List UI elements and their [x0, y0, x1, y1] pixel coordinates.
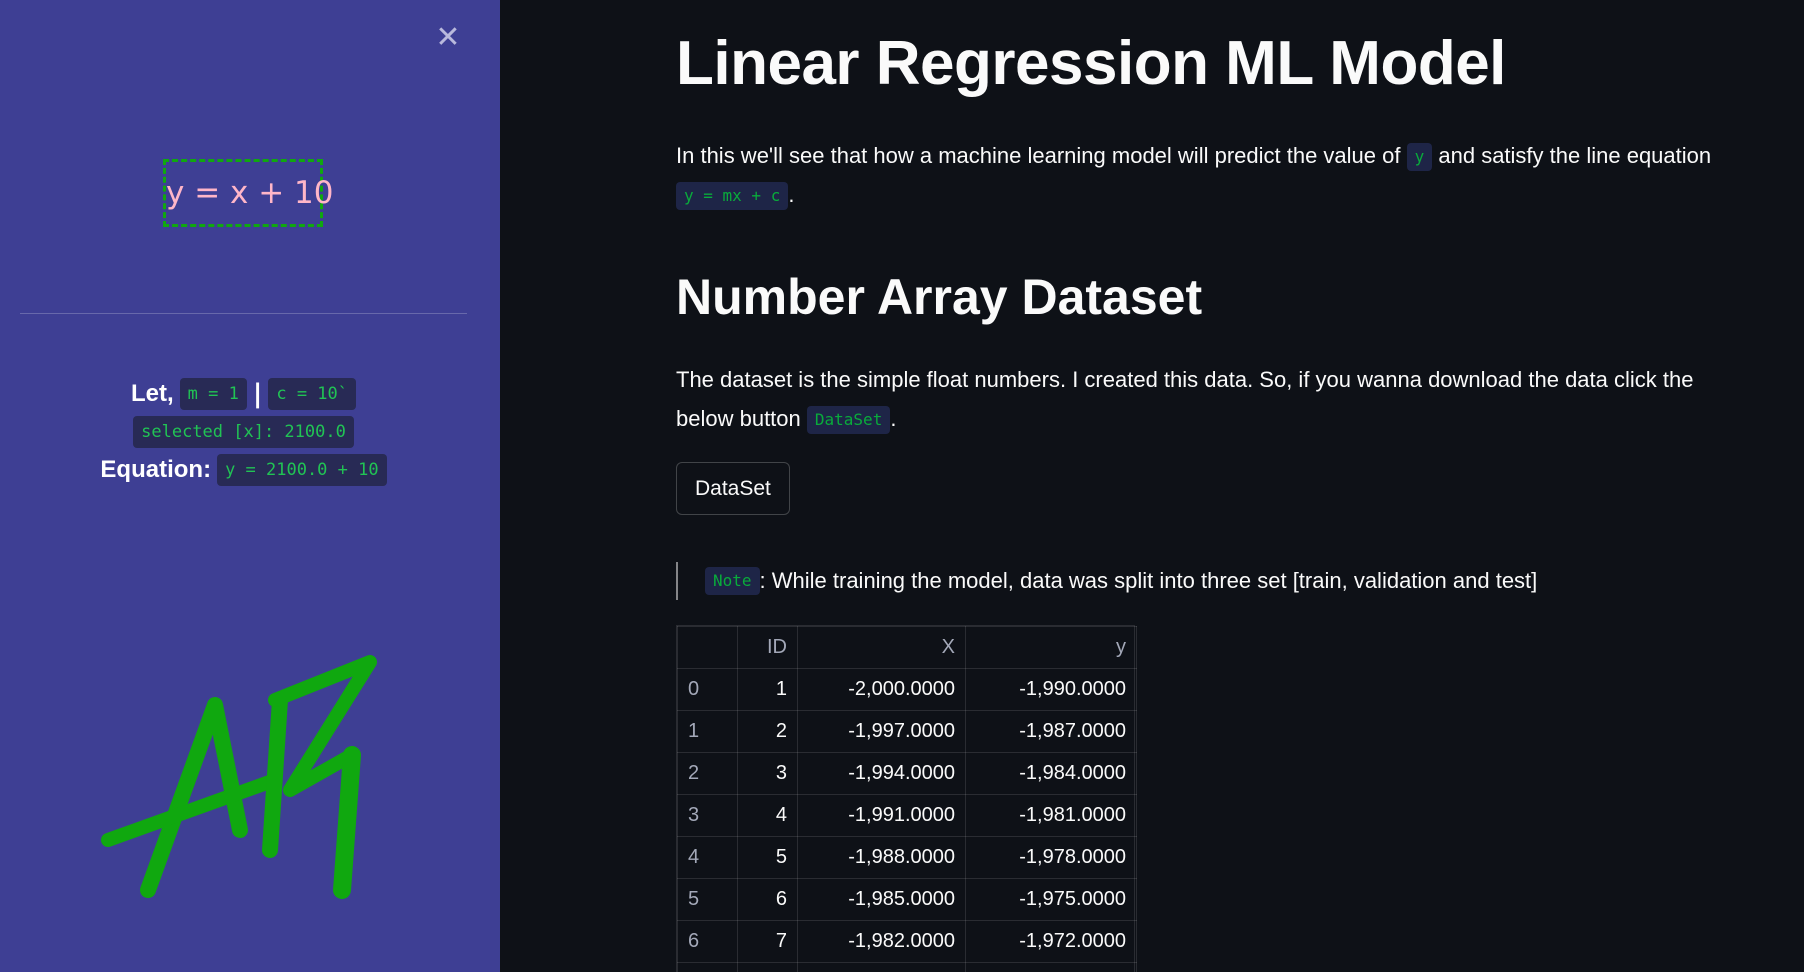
separator: |: [252, 379, 263, 409]
cell-y: -1,981.0000: [965, 794, 1137, 837]
dataset-end: .: [890, 406, 897, 431]
row-index: 4: [677, 836, 738, 879]
cell-x: -1,988.0000: [797, 836, 966, 879]
dataset-heading: Number Array Dataset: [676, 269, 1203, 325]
intro-paragraph: In this we'll see that how a machine lea…: [676, 136, 1746, 214]
note-text: : While training the model, data was spl…: [759, 568, 1538, 593]
selected-row: selected [x]: 2100.0: [0, 413, 487, 451]
close-icon[interactable]: ✕: [432, 22, 464, 54]
row-index: 5: [677, 878, 738, 921]
dataset-table[interactable]: ID X y 0 1 -2,000.0000 -1,990.0000 1 2 -…: [676, 625, 1137, 972]
cell-y: -1,990.0000: [965, 668, 1137, 711]
m-value-code: m = 1: [179, 378, 247, 410]
cell-y: -1,984.0000: [965, 752, 1137, 795]
cell-y: -1,987.0000: [965, 710, 1137, 753]
cell-id: 7: [737, 920, 798, 963]
sidebar-divider: [20, 313, 467, 314]
c-value-code: c = 10`: [268, 378, 356, 410]
cell-id: [737, 962, 798, 972]
row-index: [677, 962, 738, 972]
table-header-row: ID X y: [677, 626, 1137, 669]
line-equation-code: y = mx + c: [676, 182, 789, 211]
table-row[interactable]: 3 4 -1,991.0000 -1,981.0000: [677, 794, 1137, 837]
equation-label: Equation:: [100, 456, 212, 483]
note-code: Note: [705, 567, 760, 595]
y-inline-code: y: [1406, 143, 1433, 172]
let-label: Let,: [130, 380, 174, 407]
cell-id: 3: [737, 752, 798, 795]
cell-x: -2,000.0000: [797, 668, 966, 711]
intro-text-2: and satisfy the line equation: [1438, 143, 1712, 168]
selected-x-code: selected [x]: 2100.0: [133, 416, 354, 448]
cell-x: -1,985.0000: [797, 878, 966, 921]
sidebar-equation-info: Let, m = 1 | c = 10` selected [x]: 2100.…: [0, 375, 487, 489]
dataset-inline-code: DataSet: [806, 406, 891, 435]
app-root: ✕ y = x + 10 Let, m = 1 | c = 10` select…: [0, 0, 1804, 972]
intro-end: .: [788, 182, 795, 207]
row-index: 6: [677, 920, 738, 963]
row-index: 1: [677, 710, 738, 753]
cell-x: [797, 962, 966, 972]
cell-y: -1,975.0000: [965, 878, 1137, 921]
cell-id: 5: [737, 836, 798, 879]
table-row[interactable]: [677, 962, 1137, 972]
table-row[interactable]: 5 6 -1,985.0000 -1,975.0000: [677, 878, 1137, 921]
cell-x: -1,997.0000: [797, 710, 966, 753]
cell-id: 4: [737, 794, 798, 837]
table-row[interactable]: 0 1 -2,000.0000 -1,990.0000: [677, 668, 1137, 711]
column-header-index[interactable]: [677, 626, 738, 669]
cell-x: -1,994.0000: [797, 752, 966, 795]
cell-y: -1,972.0000: [965, 920, 1137, 963]
dataset-download-button[interactable]: DataSet: [676, 462, 790, 515]
cell-id: 1: [737, 668, 798, 711]
equation-code: y = 2100.0 + 10: [217, 454, 387, 486]
row-index: 2: [677, 752, 738, 795]
column-header-x[interactable]: X: [797, 626, 966, 669]
main-content: Linear Regression ML Model In this we'll…: [500, 0, 1804, 972]
cell-x: -1,982.0000: [797, 920, 966, 963]
cell-id: 2: [737, 710, 798, 753]
note-blockquote: Note : While training the model, data wa…: [676, 562, 1537, 600]
table-row[interactable]: 4 5 -1,988.0000 -1,978.0000: [677, 836, 1137, 879]
column-header-y[interactable]: y: [965, 626, 1137, 669]
intro-text-1: In this we'll see that how a machine lea…: [676, 143, 1401, 168]
equation-row: Equation: y = 2100.0 + 10: [0, 451, 487, 489]
table-row[interactable]: 6 7 -1,982.0000 -1,972.0000: [677, 920, 1137, 963]
page-title: Linear Regression ML Model: [676, 29, 1506, 98]
cell-x: -1,991.0000: [797, 794, 966, 837]
sidebar: ✕ y = x + 10 Let, m = 1 | c = 10` select…: [0, 0, 500, 972]
ar-logo: [101, 655, 377, 899]
cell-id: 6: [737, 878, 798, 921]
cell-y: [965, 962, 1137, 972]
equation-display-box: y = x + 10: [163, 159, 334, 227]
table-row[interactable]: 1 2 -1,997.0000 -1,987.0000: [677, 710, 1137, 753]
row-index: 0: [677, 668, 738, 711]
dataset-paragraph: The dataset is the simple float numbers.…: [676, 360, 1746, 438]
table-row[interactable]: 2 3 -1,994.0000 -1,984.0000: [677, 752, 1137, 795]
column-header-id[interactable]: ID: [737, 626, 798, 669]
cell-y: -1,978.0000: [965, 836, 1137, 879]
let-row: Let, m = 1 | c = 10`: [0, 375, 487, 413]
row-index: 3: [677, 794, 738, 837]
